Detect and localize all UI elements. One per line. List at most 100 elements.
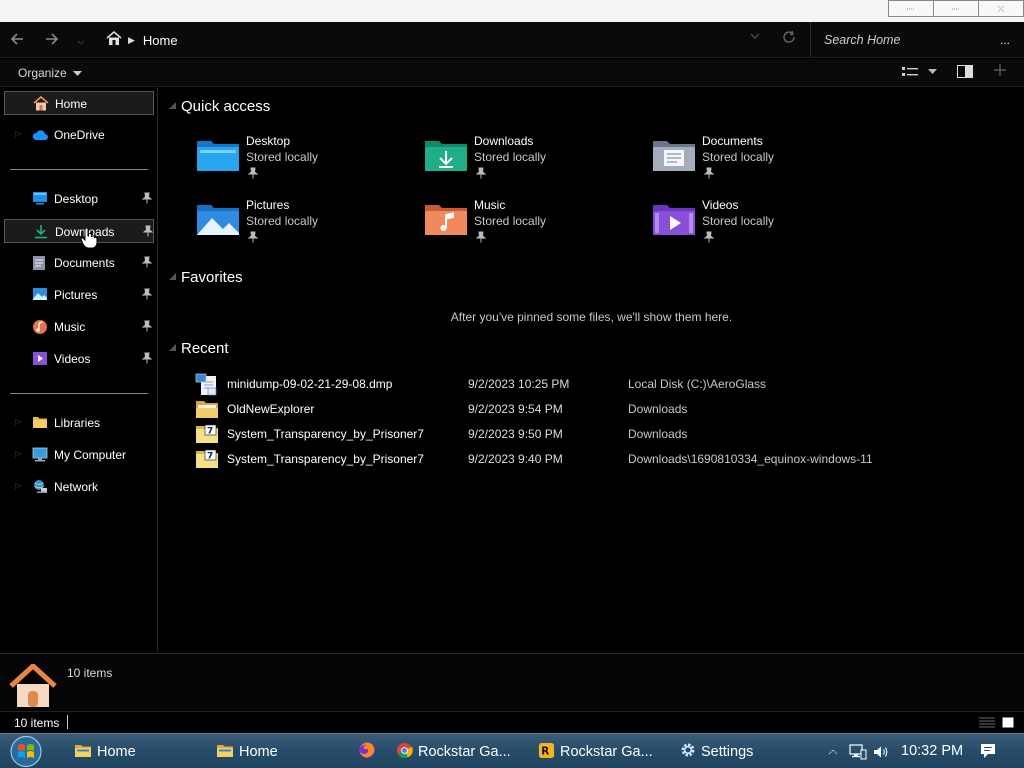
expand-arrow-icon[interactable]: ▷	[15, 481, 21, 490]
zip-archive-icon: 7	[195, 423, 219, 448]
pin-icon[interactable]	[475, 167, 487, 182]
command-bar: Organize	[0, 59, 1024, 87]
pin-icon[interactable]	[703, 231, 715, 246]
nav-divider	[10, 393, 148, 394]
large-icons-view-toggle[interactable]	[1002, 717, 1014, 731]
speaker-icon	[874, 746, 888, 757]
quick-access-header[interactable]: Quick access	[169, 98, 270, 115]
pin-icon[interactable]	[475, 231, 487, 246]
favorites-header[interactable]: Favorites	[169, 269, 243, 286]
quick-access-tile-documents[interactable]: Documents Stored locally	[652, 132, 872, 188]
nav-item-downloads[interactable]: Downloads	[4, 219, 154, 243]
forward-button[interactable]	[44, 32, 60, 51]
refresh-button[interactable]	[782, 30, 796, 48]
taskbar-item-rockstar-launcher[interactable]: R Rockstar Ga...	[530, 737, 666, 766]
nav-item-libraries[interactable]: ▷ Libraries	[4, 411, 154, 435]
preview-pane-button[interactable]	[957, 65, 973, 81]
expand-arrow-icon[interactable]: ▷	[15, 129, 21, 138]
recent-file-row[interactable]: 7 System_Transparency_by_Prisoner7 9/2/2…	[195, 422, 915, 447]
picture-icon	[32, 287, 48, 304]
windows-logo-icon	[10, 735, 42, 768]
pin-icon[interactable]	[247, 167, 259, 182]
taskbar-item-firefox[interactable]	[350, 737, 384, 766]
home-icon	[9, 663, 57, 711]
chevron-down-icon	[77, 40, 85, 45]
svg-text:7: 7	[207, 427, 213, 437]
search-input[interactable]	[824, 33, 984, 47]
nav-item-home[interactable]: Home	[4, 91, 154, 115]
arrow-right-icon	[46, 33, 59, 45]
nav-item-label: Music	[54, 320, 86, 334]
navigation-pane: Home ▷ OneDrive Desktop Downloads Docume…	[0, 87, 158, 652]
taskbar: Home Home Rockstar Ga... R Rockstar Ga..…	[0, 733, 1024, 768]
window-controls	[888, 0, 1024, 17]
recent-file-row[interactable]: 7 System_Transparency_by_Prisoner7 9/2/2…	[195, 447, 915, 472]
quick-access-tile-music[interactable]: Music Stored locally	[424, 196, 644, 252]
nav-item-pictures[interactable]: Pictures	[4, 283, 154, 307]
pin-icon[interactable]	[141, 192, 153, 207]
taskbar-item-settings[interactable]: Settings	[672, 737, 808, 766]
network-icon	[32, 479, 48, 497]
quick-access-tile-desktop[interactable]: Desktop Stored locally	[196, 132, 416, 188]
details-view-toggle[interactable]	[979, 717, 995, 731]
details-pane: 10 items	[0, 653, 1024, 710]
taskbar-item-home-2[interactable]: Home	[208, 737, 344, 766]
nav-item-label: Videos	[54, 352, 91, 366]
nav-item-onedrive[interactable]: ▷ OneDrive	[4, 123, 154, 147]
clock[interactable]: 10:32 PM	[901, 743, 963, 759]
library-folder-icon	[32, 415, 48, 432]
taskbar-item-home[interactable]: Home	[66, 737, 202, 766]
start-button[interactable]	[6, 735, 46, 768]
show-hidden-icons-button[interactable]	[828, 737, 838, 766]
recent-file-row[interactable]: minidump-09-02-21-29-08.dmp 9/2/2023 10:…	[195, 372, 915, 397]
volume-tray-button[interactable]	[873, 737, 889, 766]
expand-arrow-icon[interactable]: ▷	[15, 417, 21, 426]
nav-item-documents[interactable]: Documents	[4, 251, 154, 275]
network-tray-button[interactable]	[849, 737, 867, 766]
new-folder-button[interactable]	[993, 62, 1007, 82]
pin-icon[interactable]	[141, 352, 153, 367]
computer-icon	[32, 447, 48, 465]
pin-icon[interactable]	[247, 231, 259, 246]
maximize-button[interactable]	[933, 0, 979, 17]
home-icon	[33, 95, 49, 114]
gear-icon	[680, 742, 696, 761]
download-icon	[33, 224, 49, 242]
nav-item-my-computer[interactable]: ▷ My Computer	[4, 443, 154, 467]
breadcrumb-separator[interactable]: ▶	[128, 35, 135, 46]
action-center-button[interactable]	[980, 743, 996, 762]
nav-item-videos[interactable]: Videos	[4, 347, 154, 371]
taskbar-item-chrome-rockstar[interactable]: Rockstar Ga...	[388, 737, 524, 766]
address-dropdown-button[interactable]	[750, 32, 760, 43]
organize-button[interactable]: Organize	[18, 66, 83, 80]
pin-icon[interactable]	[141, 288, 153, 303]
pin-icon[interactable]	[142, 225, 154, 240]
breadcrumb-home[interactable]: Home	[143, 33, 178, 48]
address-path[interactable]: ▶ Home	[96, 28, 808, 52]
address-bar: ▶ Home ...	[0, 22, 1024, 58]
back-button[interactable]	[9, 32, 25, 51]
quick-access-tile-downloads[interactable]: Downloads Stored locally	[424, 132, 644, 188]
downloads-folder-icon	[424, 138, 468, 175]
view-dropdown-button[interactable]	[928, 67, 937, 77]
nav-item-music[interactable]: Music	[4, 315, 154, 339]
home-icon	[106, 31, 122, 49]
nav-item-desktop[interactable]: Desktop	[4, 187, 154, 211]
pin-icon[interactable]	[141, 320, 153, 335]
pin-icon[interactable]	[141, 256, 153, 271]
nav-item-network[interactable]: ▷ Network	[4, 475, 154, 499]
pin-icon[interactable]	[703, 167, 715, 182]
minimize-button[interactable]	[888, 0, 934, 17]
quick-access-tile-pictures[interactable]: Pictures Stored locally	[196, 196, 416, 252]
quick-access-tile-videos[interactable]: Videos Stored locally	[652, 196, 872, 252]
documents-folder-icon	[652, 138, 696, 175]
more-options-button[interactable]: ...	[1000, 33, 1010, 47]
recent-file-row[interactable]: OldNewExplorer 9/2/2023 9:54 PM Download…	[195, 397, 915, 422]
close-button[interactable]	[978, 0, 1024, 17]
expand-arrow-icon[interactable]: ▷	[15, 449, 21, 458]
recent-header[interactable]: Recent	[169, 340, 229, 357]
change-view-button[interactable]	[902, 66, 918, 81]
recent-locations-button[interactable]	[76, 34, 86, 52]
firefox-icon	[358, 741, 376, 762]
tiles-view-icon	[1002, 717, 1014, 728]
